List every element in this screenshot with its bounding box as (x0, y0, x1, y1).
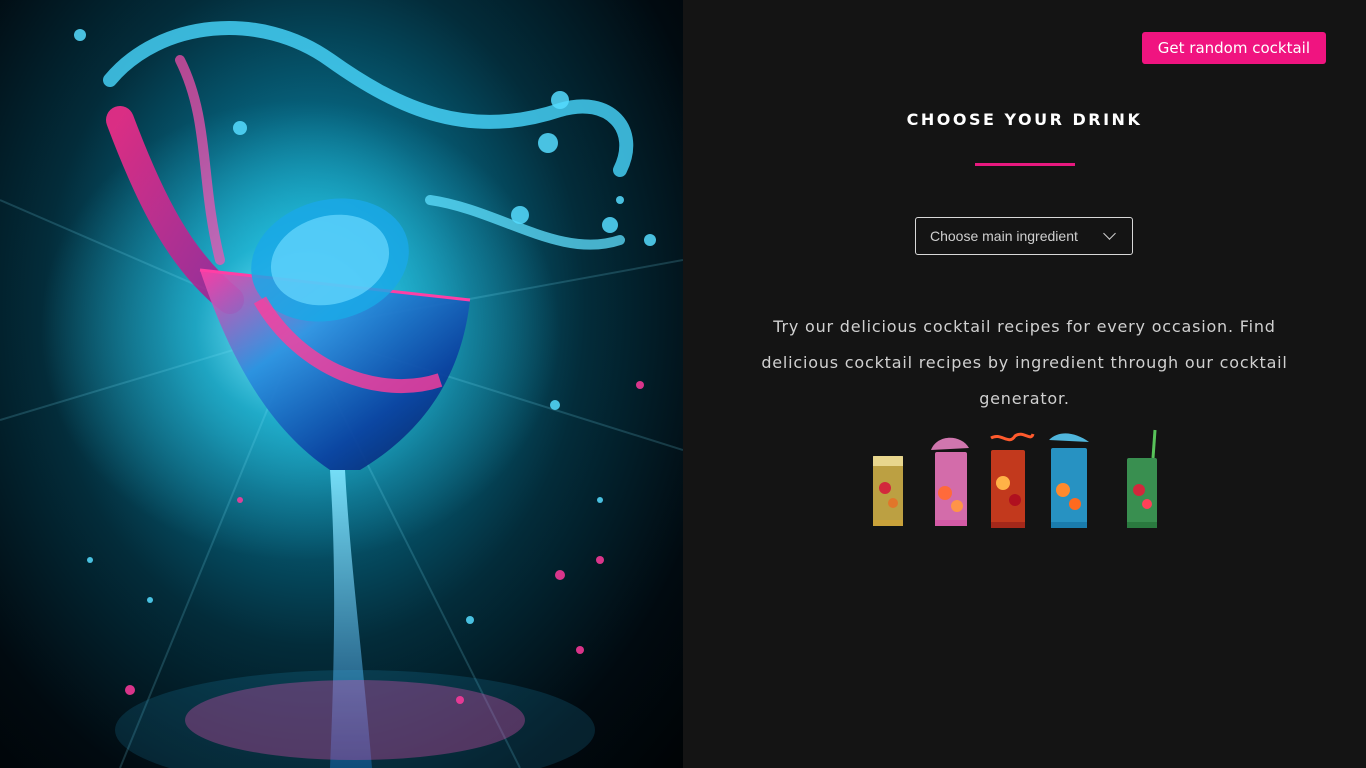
green-cocktail-glass-icon (1127, 429, 1157, 528)
content-panel: Get random cocktail CHOOSE YOUR DRINK Ch… (683, 0, 1366, 768)
hero-cocktail-image (0, 0, 683, 768)
chevron-down-icon (1103, 227, 1116, 240)
blue-cocktail-glass-icon (1049, 433, 1089, 528)
ingredient-select-value: Choose main ingredient (930, 228, 1078, 244)
pink-cocktail-glass-icon (931, 437, 969, 526)
yellow-cocktail-glass-icon (873, 456, 903, 526)
cocktail-glasses-illustration (873, 429, 1157, 528)
page-title: CHOOSE YOUR DRINK (906, 110, 1143, 129)
red-cocktail-glass-icon (990, 432, 1035, 528)
cocktail-splash-illustration (0, 21, 683, 768)
ingredient-select[interactable]: Choose main ingredient (915, 217, 1133, 255)
get-random-cocktail-button[interactable]: Get random cocktail (1141, 32, 1326, 64)
title-underline-divider (975, 163, 1075, 166)
intro-description: Try our delicious cocktail recipes for e… (761, 317, 1288, 408)
page: Get random cocktail CHOOSE YOUR DRINK Ch… (0, 0, 1366, 768)
